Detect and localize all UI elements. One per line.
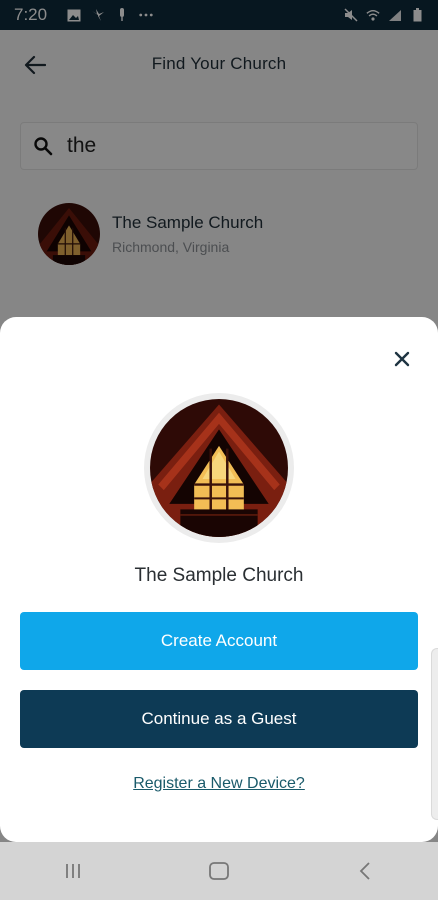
back-nav-button[interactable] xyxy=(345,851,385,891)
close-button[interactable] xyxy=(388,345,416,373)
system-nav-bar xyxy=(0,842,438,900)
recents-icon xyxy=(66,864,80,878)
home-icon xyxy=(209,862,229,880)
register-device-link[interactable]: Register a New Device? xyxy=(0,775,438,793)
church-name: The Sample Church xyxy=(134,565,304,586)
side-scroll-handle[interactable] xyxy=(431,648,438,820)
create-account-button[interactable]: Create Account xyxy=(20,612,418,670)
continue-as-guest-button[interactable]: Continue as a Guest xyxy=(20,690,418,748)
recent-apps-button[interactable] xyxy=(53,851,93,891)
church-logo xyxy=(144,393,294,543)
home-button[interactable] xyxy=(199,851,239,891)
church-bottom-sheet: The Sample Church Create Account Continu… xyxy=(0,317,438,842)
close-icon xyxy=(394,351,410,367)
chevron-left-icon xyxy=(359,862,370,880)
